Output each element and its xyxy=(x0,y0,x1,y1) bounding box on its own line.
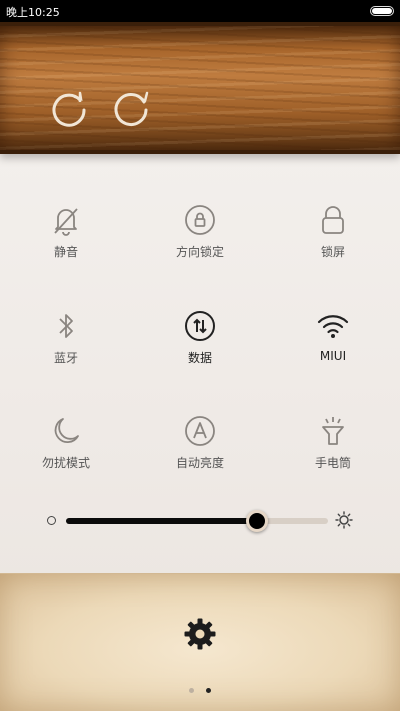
quick-settings-screen: 晚上10:25 静音 方向锁定 锁屏 蓝牙 数据 MIUI 勿扰模式 自动亮度 … xyxy=(0,0,400,711)
page-dot[interactable] xyxy=(189,688,195,693)
refresh-icon xyxy=(114,91,149,126)
toggle-label: 自动亮度 xyxy=(175,456,224,470)
status-time: 晚上10:25 xyxy=(6,6,60,19)
mute-bell-icon xyxy=(49,203,83,237)
wood-panel xyxy=(0,22,400,154)
rotation-lock-icon xyxy=(183,203,217,237)
wifi-icon xyxy=(316,309,350,343)
mobile-data-icon xyxy=(183,309,217,343)
brightness-fill xyxy=(66,518,258,524)
toggle-label: 勿扰模式 xyxy=(41,456,90,470)
rotate-button[interactable] xyxy=(47,88,91,132)
toggle-bluetooth[interactable]: 蓝牙 xyxy=(6,309,126,389)
toggle-label: 方向锁定 xyxy=(175,245,224,259)
toggle-label: 静音 xyxy=(53,245,78,259)
toggle-rotation-lock[interactable]: 方向锁定 xyxy=(140,203,260,283)
rotate-icon xyxy=(52,91,86,127)
toggle-label: 数据 xyxy=(187,351,212,365)
toggle-label: 手电筒 xyxy=(314,456,351,470)
toggle-do-not-disturb[interactable]: 勿扰模式 xyxy=(6,414,126,494)
settings-button[interactable] xyxy=(183,617,217,651)
brightness-thumb[interactable] xyxy=(246,510,269,532)
page-indicator xyxy=(0,678,400,697)
auto-brightness-icon xyxy=(183,414,217,448)
brightness-low-icon xyxy=(47,516,56,525)
toggle-flashlight[interactable]: 手电筒 xyxy=(273,414,393,494)
brightness-control xyxy=(0,504,400,538)
toggle-label: 锁屏 xyxy=(320,245,345,259)
status-bar: 晚上10:25 xyxy=(0,0,400,22)
brightness-slider[interactable] xyxy=(66,510,328,532)
bluetooth-icon xyxy=(49,309,83,343)
flashlight-icon xyxy=(316,414,350,448)
toggle-mute[interactable]: 静音 xyxy=(6,203,126,283)
page-dot-active[interactable] xyxy=(205,688,211,693)
lock-icon xyxy=(316,203,350,237)
toggle-label: MIUI xyxy=(319,349,347,363)
gear-icon xyxy=(184,618,216,650)
toggle-mobile-data[interactable]: 数据 xyxy=(140,309,260,389)
footer-panel xyxy=(0,573,400,711)
refresh-button[interactable] xyxy=(109,88,153,132)
battery-icon xyxy=(370,6,394,16)
toggle-auto-brightness[interactable]: 自动亮度 xyxy=(140,414,260,494)
toggle-wifi[interactable]: MIUI xyxy=(273,309,393,389)
toggle-label: 蓝牙 xyxy=(53,351,78,365)
toggle-lock-screen[interactable]: 锁屏 xyxy=(273,203,393,283)
battery-fill xyxy=(372,8,392,14)
brightness-high-icon xyxy=(335,511,353,529)
moon-icon xyxy=(49,414,83,448)
